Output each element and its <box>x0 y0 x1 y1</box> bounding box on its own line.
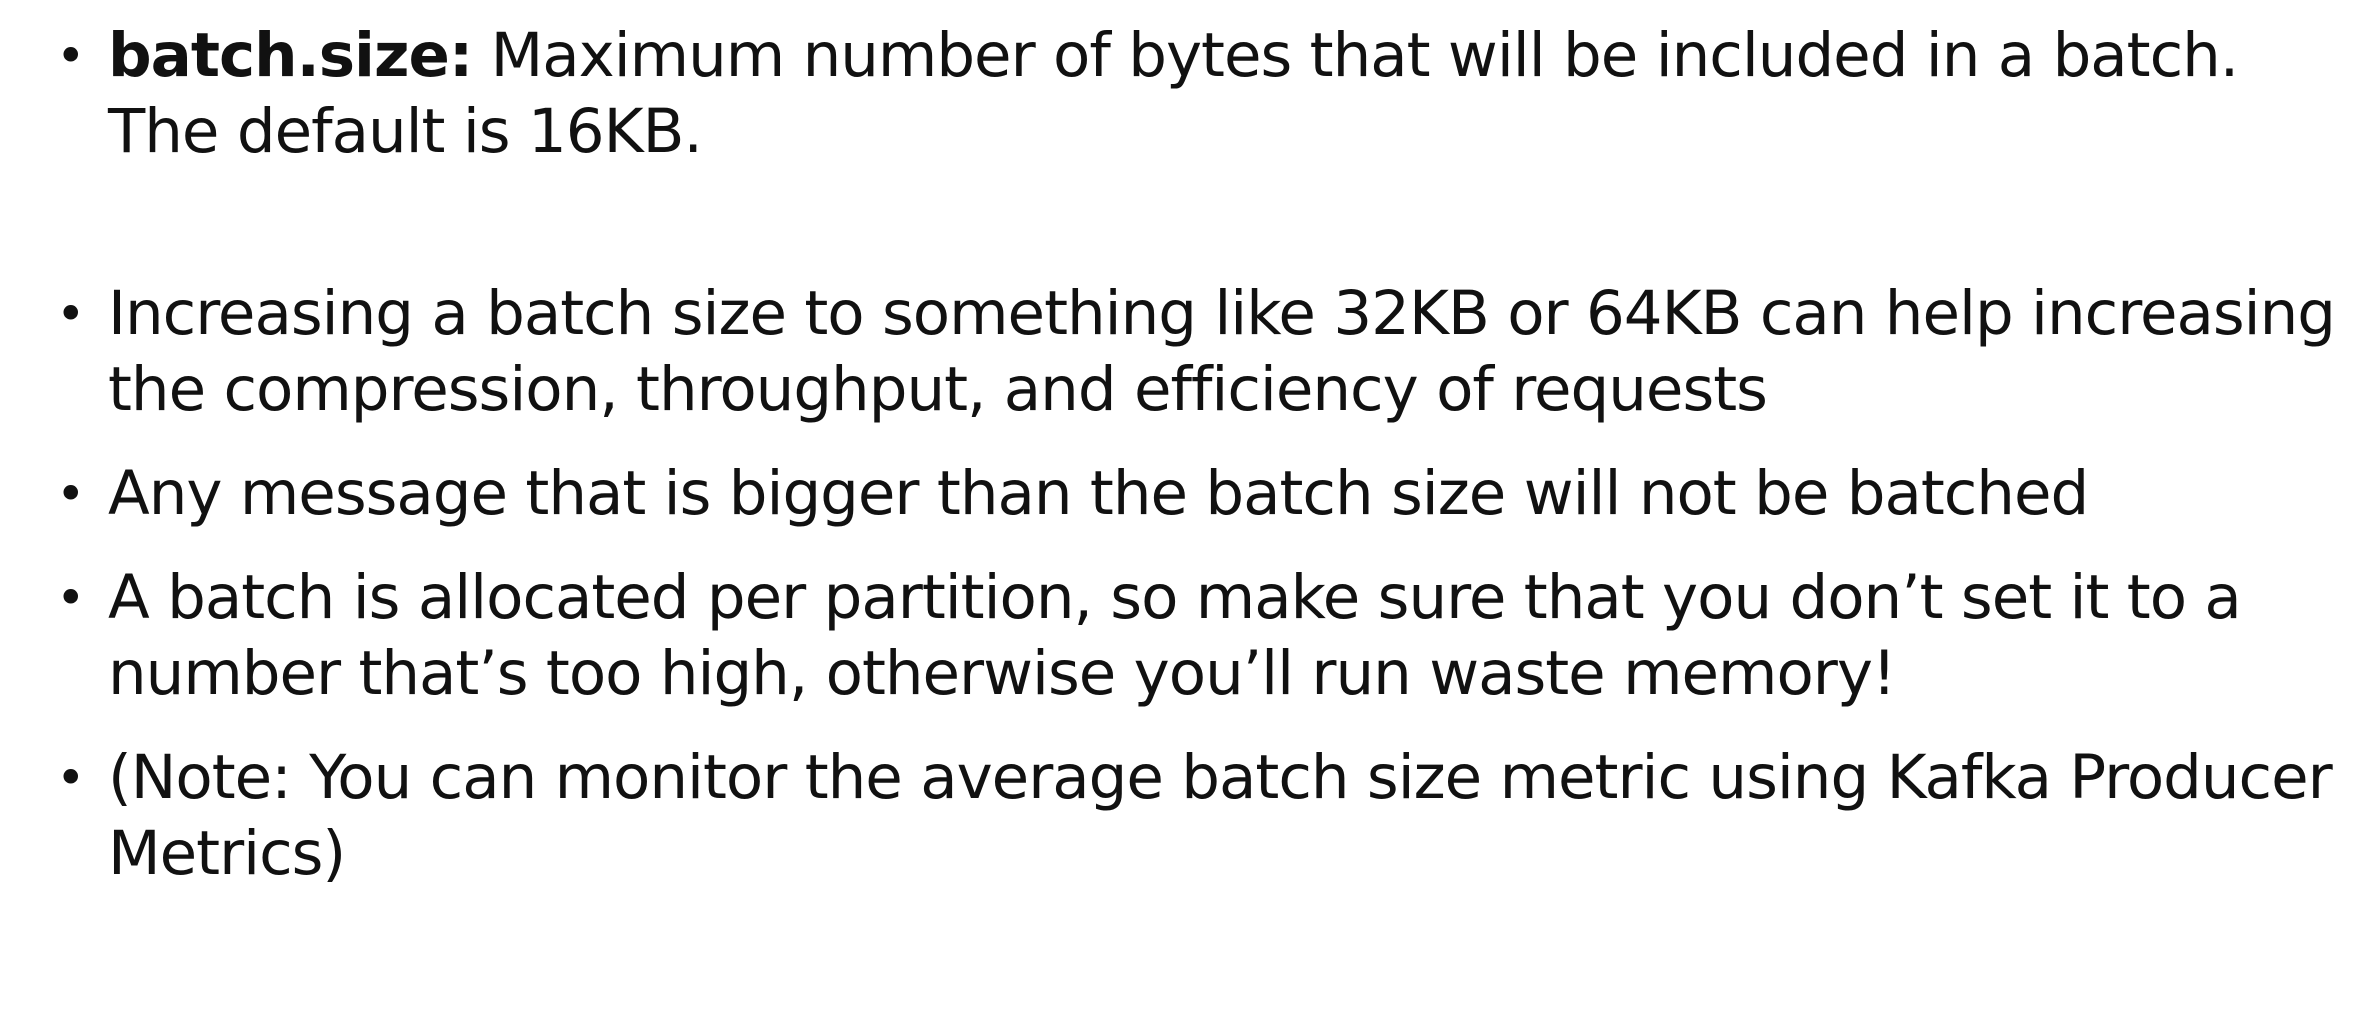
bullet-item-increasing-batch-size: • Increasing a batch size to something l… <box>56 276 2346 428</box>
slide: • batch.size: Maximum number of bytes th… <box>0 0 2362 1014</box>
bullet-text: Any message that is bigger than the batc… <box>108 458 2089 529</box>
bullet-icon: • <box>56 749 85 807</box>
bullet-icon: • <box>56 285 85 343</box>
bullet-text: A batch is allocated per partition, so m… <box>108 562 2242 709</box>
bullet-text: (Note: You can monitor the average batch… <box>108 742 2333 889</box>
bullet-term: batch.size: <box>108 20 473 91</box>
bullet-icon: • <box>56 569 85 627</box>
bullet-item-batch-size: • batch.size: Maximum number of bytes th… <box>56 18 2346 170</box>
bullet-list: • batch.size: Maximum number of bytes th… <box>56 18 2346 892</box>
bullet-item-note-metrics: • (Note: You can monitor the average bat… <box>56 740 2346 892</box>
bullet-item-large-message: • Any message that is bigger than the ba… <box>56 456 2346 532</box>
bullet-icon: • <box>56 27 85 85</box>
bullet-item-per-partition: • A batch is allocated per partition, so… <box>56 560 2346 712</box>
bullet-icon: • <box>56 465 85 523</box>
bullet-text: Increasing a batch size to something lik… <box>108 278 2336 425</box>
